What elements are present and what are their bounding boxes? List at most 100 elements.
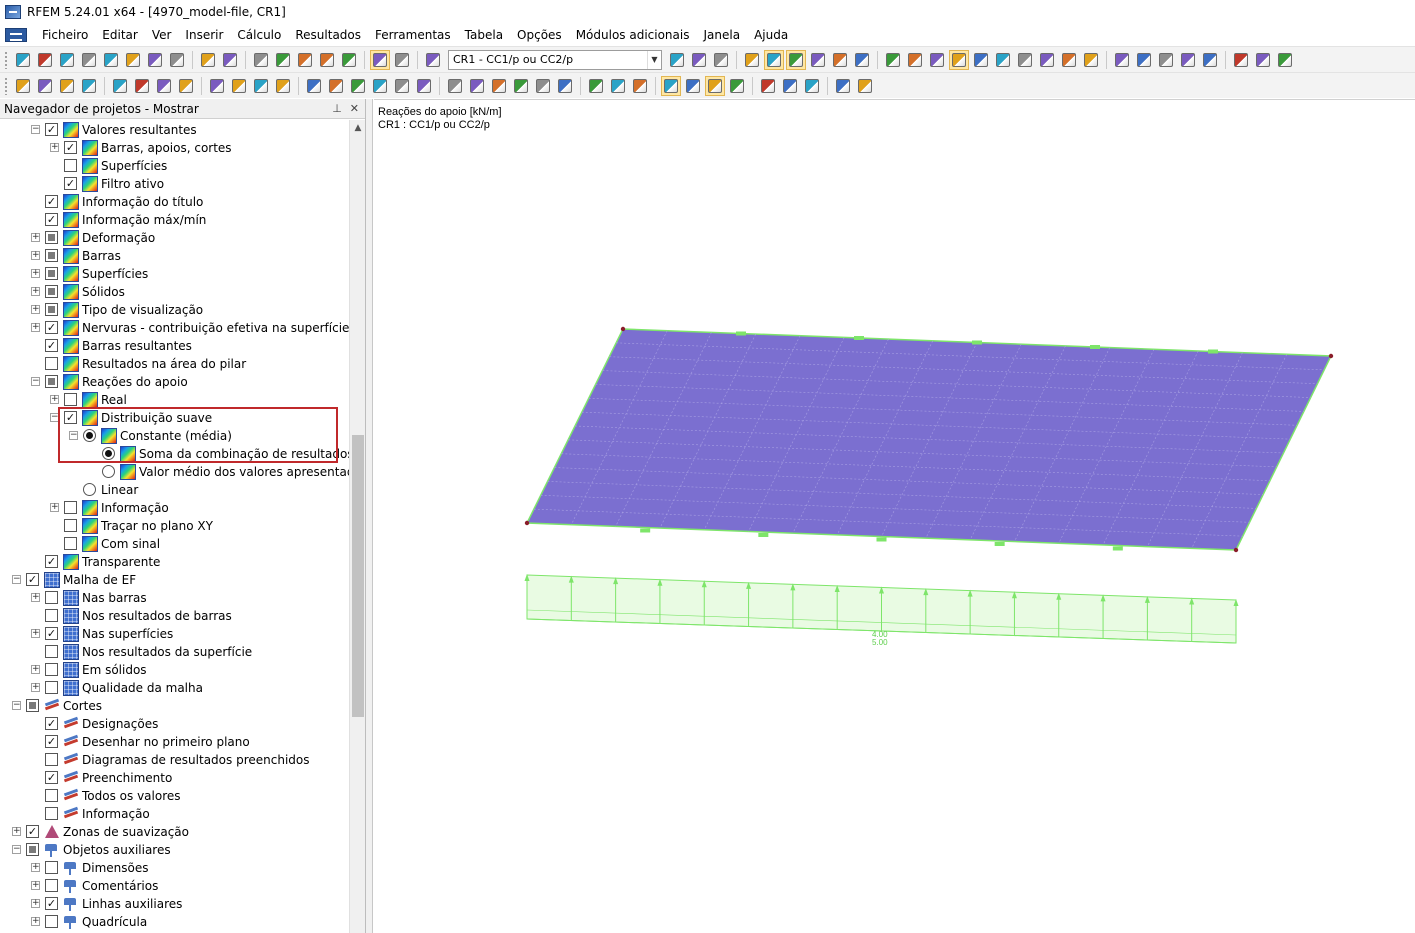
tree-item[interactable]: + ✓ Nas superfícies (0, 625, 349, 643)
expand-icon[interactable]: + (31, 629, 40, 638)
solid-icon[interactable] (154, 76, 174, 96)
menu-opcoes[interactable]: Opções (510, 28, 569, 42)
tree-checkbox[interactable] (45, 681, 58, 694)
show-values-icon[interactable] (742, 50, 762, 70)
tree-item[interactable]: ✓ Barras resultantes (0, 337, 349, 355)
measure-icon[interactable] (1059, 50, 1079, 70)
tree-item[interactable]: + Comentários (0, 877, 349, 895)
perspective-icon[interactable] (727, 76, 747, 96)
zoom-window-icon[interactable] (317, 50, 337, 70)
tree-checkbox[interactable] (45, 861, 58, 874)
color-icon[interactable] (586, 76, 606, 96)
y-axis-icon[interactable] (489, 76, 509, 96)
x-axis-icon[interactable] (467, 76, 487, 96)
tree-checkbox[interactable] (45, 231, 58, 244)
next-icon[interactable] (689, 50, 709, 70)
load-case-combo[interactable]: CR1 - CC1/p ou CC2/p ▼ (448, 49, 662, 70)
section-icon[interactable] (304, 76, 324, 96)
show-results-icon[interactable] (764, 49, 784, 70)
print-icon[interactable] (123, 50, 143, 70)
tree-item[interactable]: ✓ Transparente (0, 553, 349, 571)
tree-checkbox[interactable]: ✓ (45, 213, 58, 226)
tree-checkbox[interactable]: ✓ (45, 555, 58, 568)
menu-ajuda[interactable]: Ajuda (747, 28, 795, 42)
tree-checkbox[interactable]: ✓ (45, 735, 58, 748)
open-folder-icon[interactable] (35, 50, 55, 70)
save-icon[interactable] (101, 50, 121, 70)
tree-checkbox[interactable] (45, 645, 58, 658)
tree-item[interactable]: Traçar no plano XY (0, 517, 349, 535)
tree-checkbox[interactable] (45, 375, 58, 388)
expand-icon[interactable]: + (50, 395, 59, 404)
print-preview-icon[interactable] (145, 50, 165, 70)
tree-checkbox[interactable] (45, 591, 58, 604)
copy-icon[interactable] (1015, 50, 1035, 70)
tree-checkbox[interactable] (26, 843, 39, 856)
tree-item[interactable]: ✓ Designações (0, 715, 349, 733)
pin-icon[interactable]: ⊥ (332, 102, 342, 115)
collapse-icon[interactable]: − (31, 125, 40, 134)
coordinate-icon[interactable] (251, 76, 271, 96)
tree-item[interactable]: Superfícies (0, 157, 349, 175)
tree-item[interactable]: + ✓ Barras, apoios, cortes (0, 139, 349, 157)
chart-icon[interactable] (833, 76, 853, 96)
set-icon[interactable] (273, 76, 293, 96)
opening-icon[interactable] (176, 76, 196, 96)
document-menu-icon[interactable] (5, 28, 27, 42)
export-icon[interactable] (1200, 50, 1220, 70)
move-icon[interactable] (971, 50, 991, 70)
menu-editar[interactable]: Editar (95, 28, 145, 42)
import-icon[interactable] (1231, 50, 1251, 70)
render-icon[interactable] (555, 76, 575, 96)
print-graphic-icon[interactable] (830, 50, 850, 70)
mirror-icon[interactable] (1081, 50, 1101, 70)
expand-icon[interactable]: + (50, 143, 59, 152)
tree-item[interactable]: + Sólidos (0, 283, 349, 301)
toolbar-grip[interactable] (4, 76, 8, 95)
tree-checkbox[interactable] (45, 357, 58, 370)
tree-radio[interactable] (102, 465, 115, 478)
tree-checkbox[interactable]: ✓ (45, 627, 58, 640)
view-settings-icon[interactable] (808, 50, 828, 70)
collapse-icon[interactable]: − (12, 575, 21, 584)
panel-icon[interactable] (802, 76, 822, 96)
tree-item[interactable]: + ✓ Linhas auxiliares (0, 895, 349, 913)
tree-item[interactable]: − Objetos auxiliares (0, 841, 349, 859)
expand-icon[interactable]: + (31, 899, 40, 908)
tree-checkbox[interactable]: ✓ (64, 177, 77, 190)
member-icon[interactable] (57, 76, 77, 96)
menu-modulos-adicionais[interactable]: Módulos adicionais (569, 28, 697, 42)
results-flag-icon[interactable] (423, 50, 443, 70)
expand-icon[interactable]: + (50, 503, 59, 512)
expand-icon[interactable]: + (31, 251, 40, 260)
expand-icon[interactable]: + (31, 233, 40, 242)
collapse-icon[interactable]: − (12, 701, 21, 710)
print-report-icon[interactable] (167, 50, 187, 70)
redo-icon[interactable] (220, 50, 240, 70)
tree-checkbox[interactable] (64, 159, 77, 172)
menu-resultados[interactable]: Resultados (288, 28, 368, 42)
wireframe-icon[interactable] (758, 76, 778, 96)
find-icon[interactable] (273, 50, 293, 70)
edit-pencil-icon[interactable] (251, 50, 271, 70)
chevron-down-icon[interactable]: ▼ (647, 50, 661, 69)
menu-janela[interactable]: Janela (696, 28, 747, 42)
fill-icon[interactable] (630, 76, 650, 96)
menu-ficheiro[interactable]: Ficheiro (35, 28, 95, 42)
tree-item[interactable]: − Reações do apoio (0, 373, 349, 391)
model-grid-icon[interactable] (883, 50, 903, 70)
pin-icon[interactable] (711, 50, 731, 70)
grid-toggle-icon[interactable] (780, 76, 800, 96)
grid-view-icon[interactable] (392, 50, 412, 70)
tree-item[interactable]: + Informação (0, 499, 349, 517)
tree-checkbox[interactable]: ✓ (64, 141, 77, 154)
tree-checkbox[interactable] (45, 303, 58, 316)
model-graphic[interactable]: 4.005.00 (374, 100, 1415, 933)
tree-item[interactable]: Nos resultados de barras (0, 607, 349, 625)
tree-item[interactable]: ✓ Desenhar no primeiro plano (0, 733, 349, 751)
tree-checkbox[interactable] (45, 249, 58, 262)
minus-x-icon[interactable] (533, 76, 553, 96)
menu-ferramentas[interactable]: Ferramentas (368, 28, 458, 42)
z-axis-icon[interactable] (511, 76, 531, 96)
load-icon[interactable] (110, 76, 130, 96)
